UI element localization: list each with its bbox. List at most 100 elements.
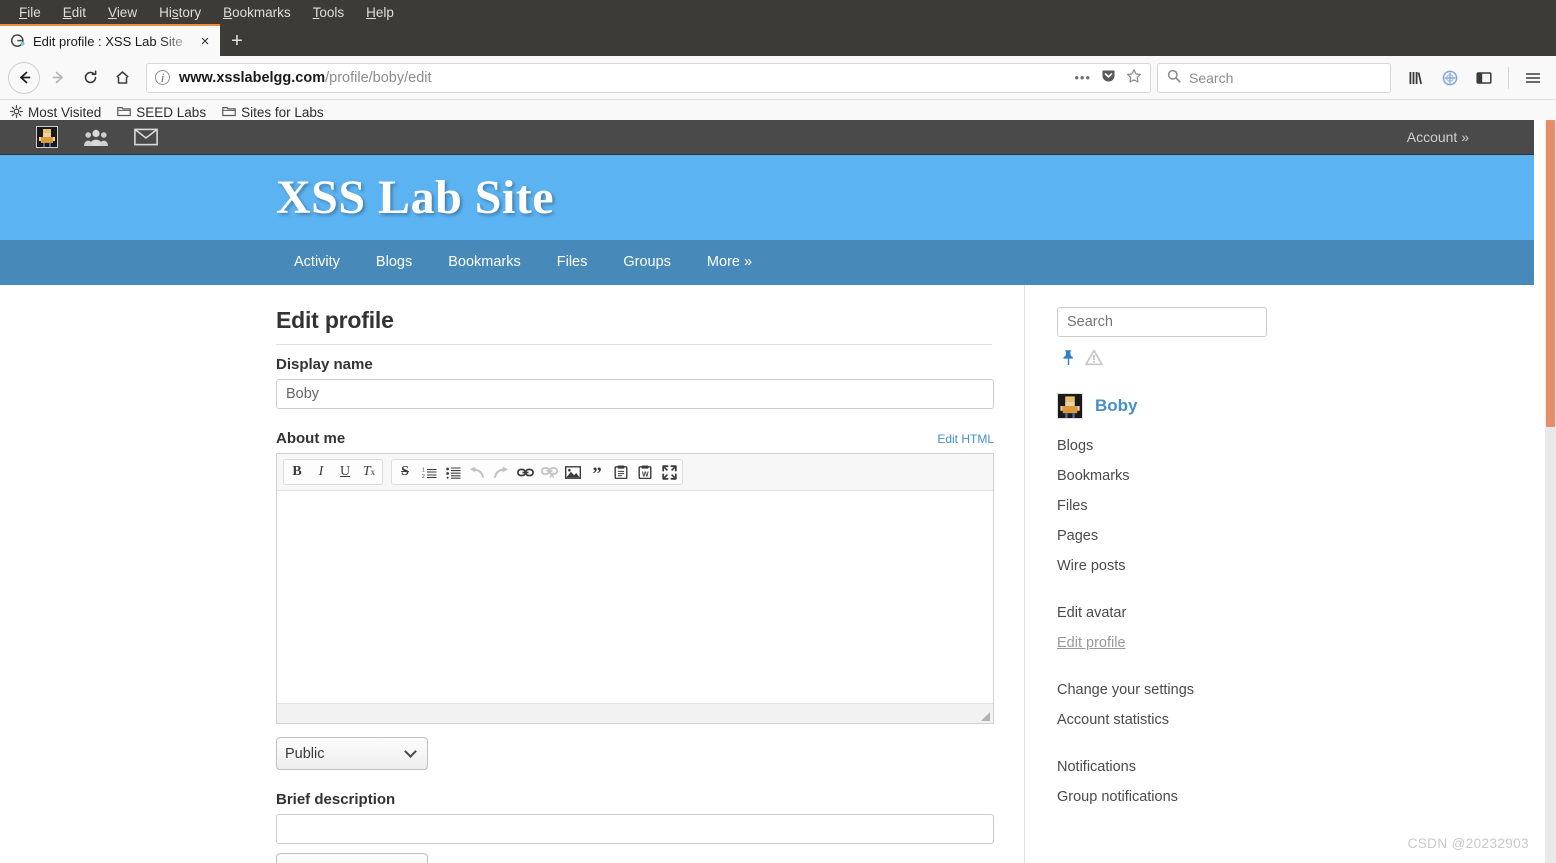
paste-from-word-icon[interactable]: W	[633, 461, 657, 483]
redo-icon[interactable]	[489, 461, 513, 483]
new-tab-button[interactable]: +	[220, 26, 254, 56]
sidebar-link-edit-profile[interactable]: Edit profile	[1057, 628, 1545, 658]
undo-icon[interactable]	[465, 461, 489, 483]
sidebar-link-edit-avatar[interactable]: Edit avatar	[1057, 598, 1545, 628]
browser-search-bar[interactable]: Search	[1157, 62, 1391, 93]
url-bar[interactable]: i www.xsslabelgg.com/profile/boby/edit •…	[146, 62, 1151, 93]
link-icon[interactable]	[513, 461, 537, 483]
nav-item-activity[interactable]: Activity	[276, 240, 358, 285]
library-icon[interactable]	[1401, 63, 1431, 93]
blockquote-icon[interactable]: ”	[585, 461, 609, 484]
sidebar-link-wire-posts[interactable]: Wire posts	[1057, 551, 1545, 581]
topbar-account-menu[interactable]: Account »	[1407, 129, 1531, 145]
nav-item-more[interactable]: More »	[689, 240, 770, 285]
list-item: Bookmarks	[1057, 461, 1545, 491]
about-me-textarea[interactable]	[277, 491, 993, 703]
strikethrough-icon[interactable]: S	[393, 461, 417, 483]
elgg-topbar: Account »	[0, 120, 1545, 155]
sidebar-avatar-icon[interactable]	[1057, 393, 1083, 419]
sidebar-link-pages[interactable]: Pages	[1057, 521, 1545, 551]
bookmark-most-visited[interactable]: Most Visited	[9, 104, 109, 121]
menu-file[interactable]: File	[8, 5, 52, 20]
browser-window: File Edit View History Bookmarks Tools H…	[0, 0, 1556, 863]
menu-tools[interactable]: Tools	[302, 5, 356, 20]
home-button-icon[interactable]	[106, 62, 138, 94]
display-name-input[interactable]	[276, 379, 994, 409]
sidebar-icon[interactable]	[1469, 63, 1499, 93]
back-button-icon[interactable]	[8, 61, 40, 94]
topbar-messages-icon[interactable]	[134, 128, 158, 146]
sidebar-links-group-3: Change your settings Account statistics	[1057, 675, 1545, 735]
display-name-label: Display name	[276, 356, 373, 373]
page-scrollbar[interactable]	[1545, 120, 1556, 863]
sidebar-user-name[interactable]: Boby	[1095, 396, 1138, 416]
page-actions-icon[interactable]: •••	[1074, 70, 1091, 85]
menu-bookmarks[interactable]: Bookmarks	[212, 5, 302, 20]
unlink-icon[interactable]	[537, 461, 561, 483]
sidebar-user[interactable]: Boby	[1057, 393, 1545, 419]
menu-edit[interactable]: Edit	[52, 5, 97, 20]
sidebar: Boby Blogs Bookmarks Files Pages Wire po…	[1025, 285, 1545, 863]
sidebar-link-files[interactable]: Files	[1057, 491, 1545, 521]
italic-icon[interactable]: I	[309, 461, 333, 483]
list-item: Notifications	[1057, 752, 1545, 782]
numbered-list-icon[interactable]: 12	[417, 461, 441, 483]
menu-help[interactable]: Help	[355, 5, 405, 20]
about-me-access-select[interactable]: Public	[276, 737, 428, 770]
url-bar-icons: •••	[1074, 68, 1142, 88]
nav-item-blogs[interactable]: Blogs	[358, 240, 430, 285]
bookmark-sites-for-labs[interactable]: Sites for Labs	[222, 105, 332, 120]
hamburger-menu-icon[interactable]	[1518, 63, 1548, 93]
brief-description-access-select[interactable]: Public	[276, 853, 428, 863]
pocket-icon[interactable]	[1101, 68, 1116, 87]
page-right-gutter	[1534, 120, 1545, 863]
sidebar-link-bookmarks[interactable]: Bookmarks	[1057, 461, 1545, 491]
navigation-toolbar: i www.xsslabelgg.com/profile/boby/edit •…	[0, 56, 1556, 100]
sync-account-icon[interactable]	[1435, 63, 1465, 93]
sidebar-link-account-statistics[interactable]: Account statistics	[1057, 705, 1545, 735]
underline-icon[interactable]: U	[333, 461, 357, 483]
sidebar-search-input[interactable]	[1057, 307, 1267, 337]
list-item: Group notifications	[1057, 782, 1545, 812]
topbar-friends-icon[interactable]	[84, 128, 108, 147]
pin-icon[interactable]	[1061, 349, 1076, 371]
sidebar-links-group-1: Blogs Bookmarks Files Pages Wire posts	[1057, 431, 1545, 581]
bookmark-star-icon[interactable]	[1126, 68, 1142, 88]
reload-button-icon[interactable]	[74, 62, 106, 94]
menu-view[interactable]: View	[97, 5, 148, 20]
sidebar-link-change-settings[interactable]: Change your settings	[1057, 675, 1545, 705]
browser-tab[interactable]: Edit profile : XSS Lab Site ×	[0, 24, 220, 56]
topbar-left-icons	[36, 126, 158, 148]
bulleted-list-icon[interactable]	[441, 461, 465, 483]
nav-item-bookmarks[interactable]: Bookmarks	[430, 240, 539, 285]
browser-tool-icons	[1401, 63, 1548, 93]
edit-html-link[interactable]: Edit HTML	[937, 432, 994, 446]
warning-triangle-icon[interactable]	[1085, 349, 1103, 371]
topbar-avatar-icon[interactable]	[36, 126, 58, 148]
list-item: Edit profile	[1057, 628, 1545, 658]
brief-description-input[interactable]	[276, 814, 994, 844]
maximize-icon[interactable]	[657, 461, 681, 483]
list-item: Account statistics	[1057, 705, 1545, 735]
sidebar-link-notifications[interactable]: Notifications	[1057, 752, 1545, 782]
bookmark-label: SEED Labs	[136, 105, 207, 120]
nav-item-groups[interactable]: Groups	[605, 240, 689, 285]
remove-format-icon[interactable]: Tx	[357, 461, 381, 483]
forward-button-icon[interactable]	[42, 62, 74, 94]
scrollbar-thumb[interactable]	[1546, 120, 1555, 427]
bold-icon[interactable]: B	[285, 461, 309, 483]
elgg-favicon-icon	[10, 33, 26, 49]
nav-item-files[interactable]: Files	[539, 240, 606, 285]
sidebar-link-group-notifications[interactable]: Group notifications	[1057, 782, 1545, 812]
tab-close-icon[interactable]: ×	[196, 32, 214, 50]
image-icon[interactable]	[561, 461, 585, 483]
menu-history[interactable]: History	[148, 5, 212, 20]
sidebar-link-blogs[interactable]: Blogs	[1057, 431, 1545, 461]
url-text: www.xsslabelgg.com/profile/boby/edit	[179, 70, 1074, 86]
paste-icon[interactable]	[609, 461, 633, 483]
bookmark-seed-labs[interactable]: SEED Labs	[117, 105, 214, 120]
list-item: Pages	[1057, 521, 1545, 551]
site-info-icon[interactable]: i	[155, 70, 170, 85]
sidebar-links-group-2: Edit avatar Edit profile	[1057, 598, 1545, 658]
editor-resize-grip[interactable]	[981, 712, 990, 721]
